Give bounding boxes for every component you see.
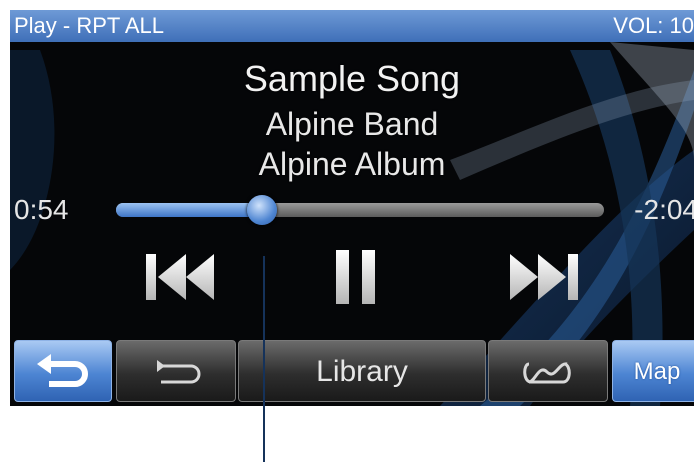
artist-name: Alpine Band [265,106,439,142]
back-arrow-icon [37,354,88,387]
progress-bar[interactable] [116,195,604,225]
head-unit-screen: Play - RPT ALL VOL: 10 Sample Song Alpin… [10,10,694,406]
elapsed-time: 0:54 [14,194,69,225]
album-name: Alpine Album [258,146,446,182]
map-button[interactable]: Map [612,340,694,402]
repeat-button[interactable] [116,340,236,402]
repeat-icon [157,360,201,384]
bottom-button-bar: Library Map [10,336,694,406]
shuffle-icon [523,362,571,384]
pause-icon [336,250,375,304]
next-track-button[interactable] [500,242,590,312]
remaining-time: -2:04 [634,194,694,225]
next-track-icon [510,254,578,300]
volume-label: VOL: 10 [613,13,694,38]
shuffle-button[interactable] [488,340,608,402]
status-bar: Play - RPT ALL VOL: 10 [10,10,694,42]
library-button[interactable]: Library [238,340,486,402]
back-button[interactable] [14,340,112,402]
previous-track-icon [146,254,214,300]
pause-button[interactable] [310,242,400,312]
progress-fill [116,203,263,217]
callout-line [263,256,265,462]
play-mode-label: Play - RPT ALL [14,13,164,38]
song-title: Sample Song [243,58,461,99]
previous-track-button[interactable] [134,242,224,312]
